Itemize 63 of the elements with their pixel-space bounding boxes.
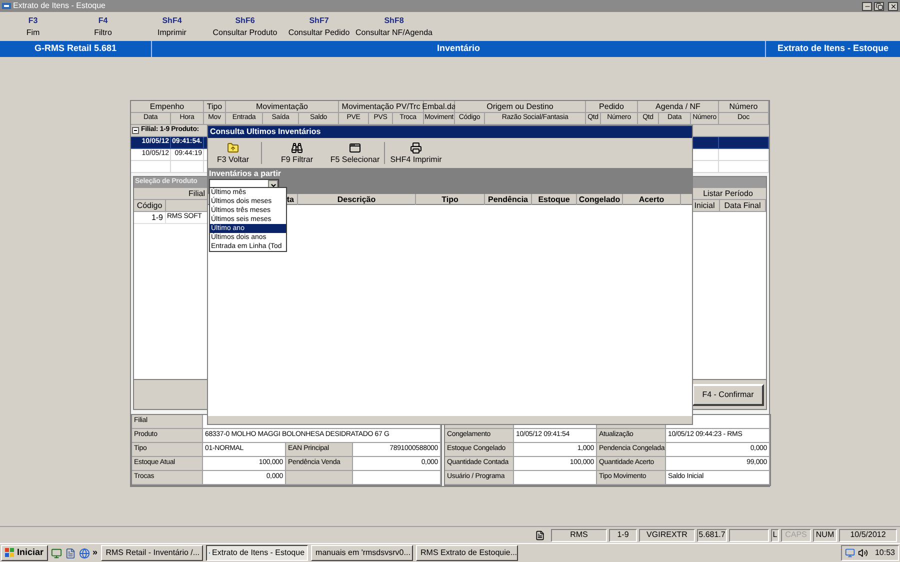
column-group-header: Pedido <box>586 101 638 113</box>
window-title: Extrato de Itens - Estoque <box>13 0 106 12</box>
close-button[interactable] <box>888 2 898 10</box>
status-field: 1-9 <box>609 528 637 542</box>
column-group-header: Tipo <box>204 101 226 113</box>
column-group-header: Agenda / NF <box>638 101 719 113</box>
toolbar-button[interactable]: F5 Selecionar <box>329 139 381 167</box>
status-field: L <box>771 528 779 542</box>
toolbar-button[interactable]: SHF4 Imprimir <box>388 139 444 167</box>
minimize-button[interactable] <box>862 2 872 10</box>
taskbar-button[interactable]: RMS Retail - Inventário /... <box>100 545 203 561</box>
folder-icon <box>227 142 239 154</box>
column-group-header: Número <box>719 101 769 113</box>
column-header[interactable]: Data Final <box>720 200 766 211</box>
toolbar-button[interactable]: F3 Voltar <box>208 139 258 167</box>
column-header[interactable]: Filial <box>134 188 208 200</box>
network-icon[interactable] <box>844 548 855 558</box>
toolbar-button[interactable]: ShF4 Imprimir <box>140 14 204 40</box>
restore-button[interactable] <box>874 2 884 10</box>
start-button[interactable]: Iniciar <box>1 545 48 561</box>
app-icon <box>2 2 11 10</box>
status-field: RMS <box>551 528 607 542</box>
taskbar-button[interactable]: RMS Extrato de Estoquie... <box>416 545 518 561</box>
document-icon[interactable] <box>64 548 76 558</box>
status-field: 10/5/2012 <box>839 528 897 542</box>
printer-icon <box>410 142 422 154</box>
restore-icon <box>876 2 882 10</box>
toolbar-button[interactable]: F3 Fim <box>0 14 66 40</box>
column-group-header: Empenho <box>131 101 204 113</box>
toolbar-button[interactable]: F9 Filtrar <box>265 139 329 167</box>
binoculars-icon <box>291 142 303 154</box>
status-field <box>729 528 769 542</box>
screen-name: Extrato de Itens - Estoque <box>776 42 890 56</box>
status-field: NUM <box>813 528 837 542</box>
document-icon <box>535 530 545 540</box>
collapse-icon[interactable] <box>132 127 139 134</box>
window-icon <box>349 142 361 154</box>
column-group-header: Origem ou Destino <box>455 101 586 113</box>
column-group-header: Embal.da <box>424 101 455 113</box>
filter-label: Inventários a partir <box>209 169 282 179</box>
status-field: VGIREXTR <box>639 528 695 542</box>
clock: 10:53 <box>874 547 895 559</box>
column-group-header: Movimentação PV/Trc <box>339 101 424 113</box>
column-group-header: Movimentação <box>226 101 339 113</box>
module-name: Inventário <box>152 41 766 57</box>
more-button[interactable]: » <box>92 546 98 560</box>
table-cell: 1-9 <box>134 212 166 223</box>
toolbar-button[interactable]: ShF7 Consultar Pedido <box>286 14 352 40</box>
desktop-icon[interactable] <box>50 548 62 558</box>
dialog-title: Consulta Ultimos Inventários <box>208 126 692 138</box>
app-name: G-RMS Retail 5.681 <box>0 41 152 57</box>
volume-icon[interactable] <box>858 548 868 558</box>
toolbar-button[interactable]: F4 Filtro <box>66 14 140 40</box>
taskbar-button[interactable]: Extrato de Itens - Estoque <box>206 545 308 561</box>
column-group-header: Listar Período <box>690 188 766 200</box>
globe-icon[interactable] <box>78 548 90 558</box>
toolbar-button[interactable]: ShF6 Consultar Produto <box>204 14 286 40</box>
status-field: 5.681.7 <box>697 528 727 542</box>
taskbar-button[interactable]: manuais em 'rmsdsvsrv0... <box>310 545 413 561</box>
close-icon <box>890 2 896 10</box>
confirm-button[interactable]: F4 - Confirmar <box>692 384 764 406</box>
toolbar-button[interactable]: ShF8 Consultar NF/Agenda <box>352 14 436 40</box>
flag-icon <box>5 548 15 558</box>
